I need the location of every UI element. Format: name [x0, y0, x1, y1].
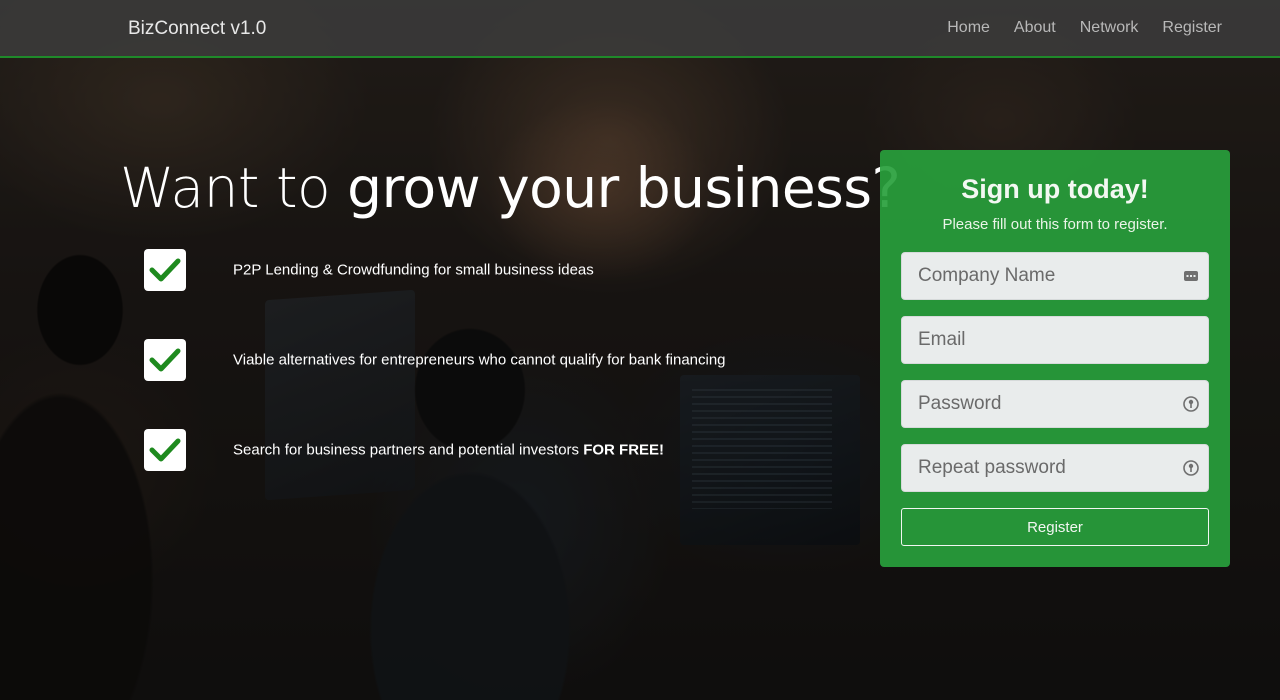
key-icon[interactable] [1183, 396, 1199, 412]
checkmark-icon [144, 429, 186, 471]
feature-text: P2P Lending & Crowdfunding for small bus… [233, 261, 594, 279]
free-emphasis: FOR FREE! [583, 441, 665, 459]
brand-logo-text[interactable]: BizConnect v1.0 [128, 18, 266, 40]
company-name-field-wrapper [901, 252, 1209, 300]
password-field-wrapper [901, 380, 1209, 428]
register-button[interactable]: Register [901, 508, 1209, 546]
repeat-password-field-wrapper [901, 444, 1209, 492]
checkmark-icon [144, 339, 186, 381]
email-field-wrapper [901, 316, 1209, 364]
repeat-password-input[interactable] [918, 457, 1168, 479]
nav-link-network[interactable]: Network [1080, 19, 1139, 37]
nav-link-about[interactable]: About [1014, 19, 1056, 37]
hero-title-bold: grow your business? [347, 156, 901, 220]
nav-link-register[interactable]: Register [1162, 19, 1222, 37]
checkmark-icon [144, 249, 186, 291]
hero-title: Want to grow your business? [120, 156, 901, 220]
nav-link-home[interactable]: Home [947, 19, 990, 37]
navbar: BizConnect v1.0 Home About Network Regis… [0, 0, 1280, 58]
signup-title: Sign up today! [961, 174, 1149, 204]
company-name-input[interactable] [918, 265, 1168, 287]
signup-subtitle: Please fill out this form to register. [942, 216, 1168, 233]
nav-links: Home About Network Register [947, 19, 1222, 37]
password-input[interactable] [918, 393, 1168, 415]
feature-text: Search for business partners and potenti… [233, 441, 665, 459]
signup-card: Sign up today! Please fill out this form… [880, 150, 1230, 567]
feature-item: Search for business partners and potenti… [144, 429, 844, 471]
feature-item: Viable alternatives for entrepreneurs wh… [144, 339, 844, 381]
email-input[interactable] [918, 329, 1168, 351]
feature-item: P2P Lending & Crowdfunding for small bus… [144, 249, 844, 291]
key-icon[interactable] [1183, 460, 1199, 476]
contact-card-icon[interactable] [1183, 268, 1199, 284]
feature-text: Viable alternatives for entrepreneurs wh… [233, 351, 726, 369]
hero-title-light: Want to [120, 156, 348, 220]
